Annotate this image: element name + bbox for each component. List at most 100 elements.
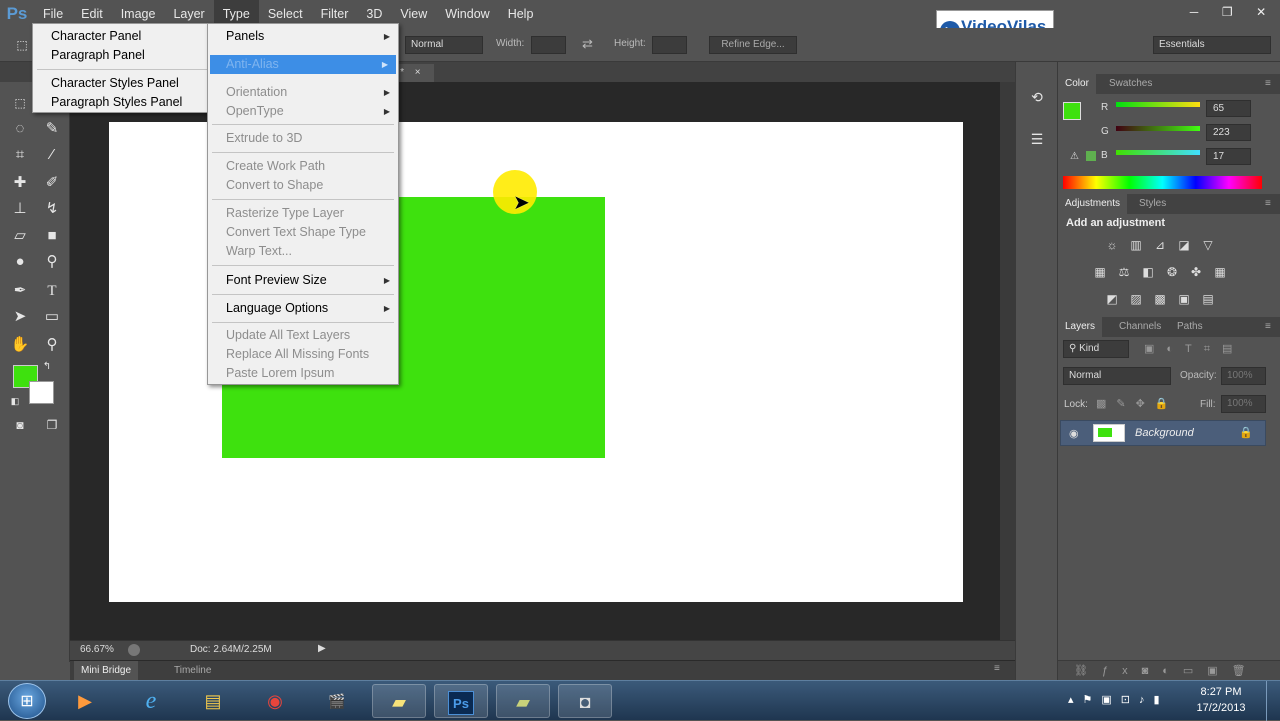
layer-filter-icons[interactable]: ▣◐T⌗▤ (1144, 342, 1244, 356)
menu-help[interactable]: Help (499, 0, 543, 28)
default-colors-icon[interactable]: ◧ (8, 394, 22, 408)
quick-select-icon[interactable]: ✎ (40, 118, 64, 140)
panel-menu-icon[interactable]: ≡ (994, 663, 1000, 674)
gradient-map-icon[interactable]: ▽ (1200, 238, 1216, 252)
tab-swatches[interactable]: Swatches (1102, 74, 1159, 94)
eraser-tool-icon[interactable]: ▱ (8, 225, 32, 247)
lasso-tool-icon[interactable]: ◌ (8, 118, 32, 140)
history-panel-icon[interactable]: ⟲ (1025, 86, 1049, 108)
menu-item-replace-missing-fonts[interactable]: Replace All Missing Fonts (208, 345, 369, 364)
status-menu-arrow-icon[interactable]: ▶ (318, 643, 326, 654)
screen-mode-icon[interactable]: ❐ (40, 414, 64, 436)
workspace-select[interactable]: Essentials (1153, 36, 1271, 54)
swap-icon[interactable]: ⇄ (582, 36, 593, 52)
g-value[interactable]: 223 (1206, 124, 1251, 141)
path-select-icon[interactable]: ➤ (8, 306, 32, 328)
type-tool-icon[interactable]: T (40, 280, 64, 302)
show-desktop-button[interactable] (1266, 681, 1280, 721)
kind-filter-select[interactable]: ⚲ Kind (1063, 340, 1129, 358)
menu-item-paragraph-panel[interactable]: Paragraph Panel (33, 46, 145, 65)
color-panel-menu-icon[interactable]: ≡ (1258, 74, 1278, 94)
marquee-tool-icon[interactable]: ⬚ (8, 92, 32, 114)
width-input[interactable] (531, 36, 566, 54)
menu-item-rasterize[interactable]: Rasterize Type Layer (208, 204, 344, 223)
r-value[interactable]: 65 (1206, 100, 1251, 117)
tab-timeline[interactable]: Timeline (174, 661, 211, 680)
tab-styles[interactable]: Styles (1132, 194, 1173, 214)
refine-edge-button[interactable]: Refine Edge... (709, 36, 797, 54)
system-tray-icons[interactable]: ▴⚑▣⊡♪▮ (1068, 693, 1169, 706)
rectangle-tool-icon[interactable]: ▭ (40, 306, 64, 328)
menu-item-opentype[interactable]: OpenType ▶ (208, 102, 398, 121)
camera-app-icon[interactable]: ◘ (558, 684, 612, 718)
color-balance-icon[interactable]: ⚖ (1116, 265, 1132, 279)
layer-row[interactable]: ◉ Background 🔒 (1060, 420, 1266, 446)
menu-item-paste-lorem[interactable]: Paste Lorem Ipsum (208, 364, 334, 383)
chrome-icon[interactable]: ◉ (248, 684, 302, 718)
style-select[interactable]: Normal (405, 36, 483, 54)
photo-filter-icon[interactable]: ❂ (1164, 265, 1180, 279)
zoom-level[interactable]: 66.67% (80, 644, 114, 655)
vibrance-icon[interactable]: ▦ (1092, 265, 1108, 279)
fill-input[interactable]: 100% (1221, 395, 1266, 413)
layers-menu-icon[interactable]: ≡ (1258, 317, 1278, 337)
background-color-swatch[interactable] (29, 381, 54, 404)
posterize-icon[interactable]: ▨ (1128, 292, 1144, 306)
menu-item-convert-text-shape[interactable]: Convert Text Shape Type (208, 223, 366, 242)
menu-item-font-preview-size[interactable]: Font Preview Size ▶ (208, 271, 398, 290)
zoom-tool-icon[interactable]: ⚲ (40, 334, 64, 356)
black-white-icon[interactable]: ◧ (1140, 265, 1156, 279)
selective-color-icon[interactable]: ▣ (1176, 292, 1192, 306)
minimize-icon[interactable]: ─ (1190, 2, 1199, 22)
menu-item-anti-alias[interactable]: Anti-Alias ▶ (210, 55, 396, 74)
menu-item-panels[interactable]: Panels ▶ (208, 27, 398, 46)
tab-color[interactable]: Color (1058, 74, 1096, 94)
hand-tool-icon[interactable]: ✋ (8, 334, 32, 356)
b-value[interactable]: 17 (1206, 148, 1251, 165)
menu-window[interactable]: Window (436, 0, 498, 28)
vertical-scrollbar[interactable] (1000, 82, 1015, 640)
gradient-adjust-icon[interactable]: ▤ (1200, 292, 1216, 306)
threshold-icon[interactable]: ▩ (1152, 292, 1168, 306)
brush-tool-icon[interactable]: ✐ (40, 172, 64, 194)
levels-icon[interactable]: ▥ (1128, 238, 1144, 252)
close-tab-icon[interactable]: × (415, 67, 421, 78)
menu-item-character-panel[interactable]: Character Panel (33, 27, 141, 46)
clock-time[interactable]: 8:27 PM (1196, 686, 1246, 698)
g-slider[interactable] (1116, 126, 1200, 131)
file-explorer-icon[interactable]: ▤ (186, 684, 240, 718)
blur-tool-icon[interactable]: ● (8, 251, 32, 273)
height-input[interactable] (652, 36, 687, 54)
menu-item-convert-to-shape[interactable]: Convert to Shape (208, 176, 323, 195)
layer-name[interactable]: Background (1135, 427, 1194, 439)
sticky-notes-icon[interactable]: ▰ (372, 684, 426, 718)
lock-icons[interactable]: ▩✎✥🔒 (1096, 397, 1179, 410)
tab-adjustments[interactable]: Adjustments (1058, 194, 1128, 214)
color-lookup-icon[interactable]: ▦ (1212, 265, 1228, 279)
layers-footer-icons[interactable]: ⛓ƒx◙◐▭▣🗑 (1058, 660, 1280, 680)
clone-stamp-icon[interactable]: ⊥ (8, 198, 32, 220)
quick-mask-icon[interactable]: ◙ (8, 414, 32, 436)
tab-layers[interactable]: Layers (1058, 317, 1103, 337)
status-icon[interactable] (128, 644, 140, 656)
history-brush-icon[interactable]: ↯ (40, 198, 64, 220)
menu-item-orientation[interactable]: Orientation ▶ (208, 83, 398, 102)
opacity-input[interactable]: 100% (1221, 367, 1266, 385)
b-slider[interactable] (1116, 150, 1200, 155)
marquee-preset-icon[interactable]: ⬚ (10, 34, 34, 56)
menu-item-character-styles[interactable]: Character Styles Panel (33, 74, 179, 93)
restore-icon[interactable]: ❐ (1222, 2, 1233, 22)
menu-item-update-text-layers[interactable]: Update All Text Layers (208, 326, 350, 345)
tab-paths[interactable]: Paths (1170, 317, 1210, 337)
media-player-icon[interactable]: ▶ (58, 684, 112, 718)
swap-colors-icon[interactable]: ↰ (40, 360, 54, 374)
internet-explorer-icon[interactable]: e (124, 684, 178, 718)
channel-mixer-icon[interactable]: ✤ (1188, 265, 1204, 279)
clock-date[interactable]: 17/2/2013 (1190, 702, 1252, 714)
tab-channels[interactable]: Channels (1112, 317, 1168, 337)
menu-item-paragraph-styles[interactable]: Paragraph Styles Panel (33, 93, 182, 112)
healing-brush-icon[interactable]: ✚ (8, 172, 32, 194)
tab-mini-bridge[interactable]: Mini Bridge (74, 661, 139, 680)
invert-icon[interactable]: ◩ (1104, 292, 1120, 306)
crop-tool-icon[interactable]: ⌗ (8, 144, 32, 166)
